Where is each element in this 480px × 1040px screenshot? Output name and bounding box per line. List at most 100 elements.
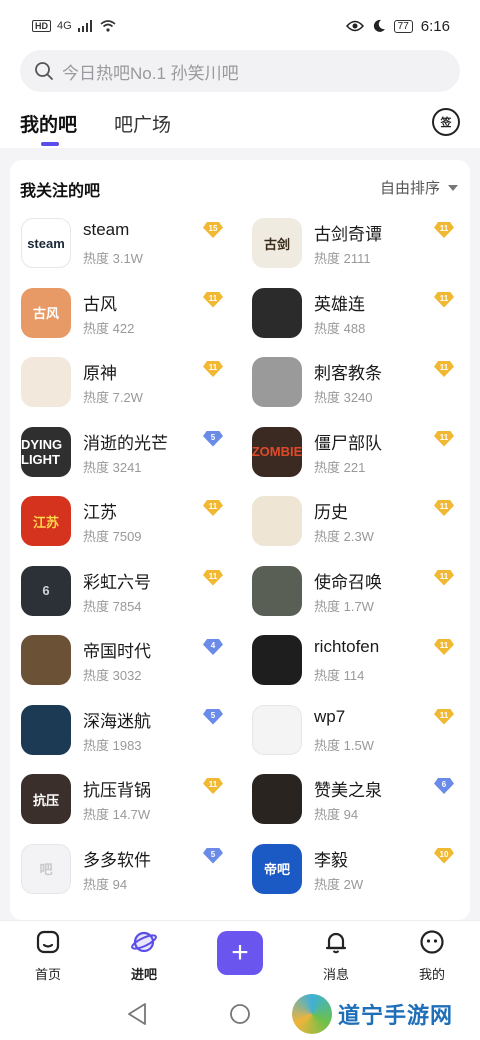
forum-avatar [21, 704, 71, 755]
sort-label: 自由排序 [379, 180, 440, 197]
sign-in-button[interactable]: 签 [432, 108, 460, 136]
level-badge: 11 [203, 569, 223, 586]
forum-heat: 热度 488 [314, 320, 366, 336]
forum-name: 英雄连 [314, 294, 365, 314]
forum-avatar: ZOMBIE [252, 426, 302, 477]
forum-avatar [252, 774, 302, 824]
forum-name: 消逝的光芒 [83, 433, 168, 453]
moon-icon [373, 19, 385, 32]
level-badge: 11 [434, 430, 454, 447]
forum-item[interactable]: 帝吧 李毅热度 2W 10 [252, 842, 470, 902]
forum-heat: 热度 1.7W [314, 598, 374, 614]
tab-my-forums[interactable]: 我的吧 [20, 110, 77, 137]
forum-name: 使命召唤 [314, 572, 382, 592]
level-badge: 11 [203, 500, 223, 516]
tab-forum-square[interactable]: 吧广场 [114, 110, 171, 137]
forum-heat: 热度 3240 [314, 390, 373, 405]
hd-badge: HD [32, 20, 51, 32]
level-badge: 5 [203, 708, 223, 725]
level-badge: 11 [203, 291, 223, 308]
forum-item[interactable]: 古剑 古剑奇谭 热度 2111 11 [252, 216, 470, 276]
section-title: 我关注的吧 [20, 183, 101, 200]
forum-avatar: DYING LIGHT [21, 426, 71, 477]
forum-heat: 热度 94 [83, 876, 128, 892]
forum-item[interactable]: 赞美之泉 热度 94 6 [252, 772, 470, 832]
forum-avatar [21, 635, 71, 685]
home-icon [36, 930, 60, 954]
forum-heat: 热度 7509 [83, 529, 142, 544]
forum-row: 江苏 江苏 热度 7509 11 历史 热度 2.3W 11 [10, 494, 470, 564]
back-icon[interactable] [126, 1002, 148, 1026]
battery-indicator: 77 [393, 19, 413, 33]
forum-item[interactable]: 刺客教条热度 3240 11 [252, 355, 470, 415]
forum-item[interactable]: 古风 古风 热度 422 11 [21, 286, 241, 346]
forum-avatar [252, 565, 302, 616]
forum-heat: 热度 2W [314, 876, 364, 892]
level-badge: 11 [434, 500, 454, 516]
forum-item[interactable]: ZOMBIE 僵尸部队 热度 221 11 [252, 425, 470, 485]
forum-heat: 热度 1.5W [314, 737, 374, 753]
forum-name: wp7 [314, 706, 346, 726]
search-area: 今日热吧No.1 孙笑川吧 [0, 44, 480, 100]
forum-heat: 热度 422 [83, 320, 135, 336]
forum-item[interactable]: 吧多多软件 热度 94 5 [21, 842, 241, 902]
nav-home[interactable]: 首页 [8, 929, 88, 983]
forum-name: 赞美之泉 [314, 781, 382, 800]
forum-item[interactable]: richtofen 热度 114 11 [252, 633, 470, 693]
level-badge: 11 [434, 291, 454, 308]
level-badge: 15 [203, 222, 223, 238]
forum-item[interactable]: wp7 热度 1.5W 11 [252, 703, 470, 763]
forum-heat: 热度 3241 [83, 459, 142, 475]
clock: 6:16 [420, 17, 450, 35]
forum-name: 原神 [83, 364, 117, 383]
nav-messages[interactable]: 消息 [296, 929, 376, 983]
level-badge: 10 [434, 847, 454, 864]
forum-name: 古风 [83, 294, 117, 314]
level-badge: 11 [434, 569, 454, 586]
home-circle-icon[interactable] [229, 1003, 251, 1025]
forum-heat: 热度 1983 [83, 737, 142, 753]
level-badge: 5 [203, 847, 223, 864]
forum-item[interactable]: 原神 热度 7.2W 11 [21, 355, 241, 415]
network-label: 4G [57, 20, 72, 32]
forum-name: 李毅 [314, 850, 348, 870]
forum-item[interactable]: DYING LIGHT 消逝的光芒 热度 3241 5 [21, 425, 241, 485]
level-badge: 11 [434, 361, 454, 377]
search-bar[interactable]: 今日热吧No.1 孙笑川吧 [20, 50, 460, 92]
forum-avatar: 帝吧 [252, 843, 302, 894]
nav-forums[interactable]: 进吧 [104, 929, 184, 983]
forum-avatar: 古风 [21, 287, 71, 338]
signal-icon [77, 20, 92, 32]
forum-name: 古剑奇谭 [314, 225, 382, 244]
forum-row: 古风 古风 热度 422 11 英雄连 热度 488 11 [10, 286, 470, 356]
nav-profile[interactable]: 我的 [392, 929, 472, 983]
watermark-logo [292, 994, 332, 1034]
forum-name: 彩虹六号 [83, 572, 151, 592]
status-left: HD 4G [32, 20, 116, 32]
forum-avatar: 古剑 [252, 218, 302, 268]
forum-item[interactable]: 江苏 江苏 热度 7509 11 [21, 494, 241, 554]
watermark: 道宁手游网 [292, 988, 480, 1040]
forum-heat: 热度 14.7W [83, 807, 151, 822]
sort-dropdown[interactable]: 自由排序 [380, 177, 458, 198]
forum-name: 刺客教条 [314, 364, 382, 383]
post-button[interactable]: + [217, 931, 263, 975]
forum-name: 抗压背锅 [83, 781, 151, 800]
forum-item[interactable]: 帝国时代 热度 3032 4 [21, 633, 241, 693]
forum-avatar: 江苏 [21, 496, 71, 546]
forum-item[interactable]: 使命召唤热度 1.7W 11 [252, 564, 470, 624]
forum-item[interactable]: steam steam 热度 3.1W 15 [21, 216, 241, 276]
forum-item[interactable]: 历史 热度 2.3W 11 [252, 494, 470, 554]
forum-row: steam steam 热度 3.1W 15 古剑 古剑奇谭 热度 2111 11 [10, 216, 470, 286]
active-tab-indicator [41, 142, 59, 146]
forum-heat: 热度 94 [314, 807, 359, 822]
forum-item[interactable]: 英雄连热度 488 11 [252, 286, 470, 346]
forum-avatar: 吧 [21, 843, 71, 894]
forum-item[interactable]: 深海迷航 热度 1983 5 [21, 703, 241, 763]
level-badge: 11 [434, 222, 454, 238]
forum-row: 抗压 抗压背锅 热度 14.7W 11 赞美之泉 热度 94 6 [10, 772, 470, 842]
forum-avatar [252, 635, 302, 685]
forum-item[interactable]: 抗压 抗压背锅 热度 14.7W 11 [21, 772, 241, 832]
chevron-down-icon [448, 184, 458, 191]
forum-item[interactable]: 6 彩虹六号 热度 7854 11 [21, 564, 241, 624]
